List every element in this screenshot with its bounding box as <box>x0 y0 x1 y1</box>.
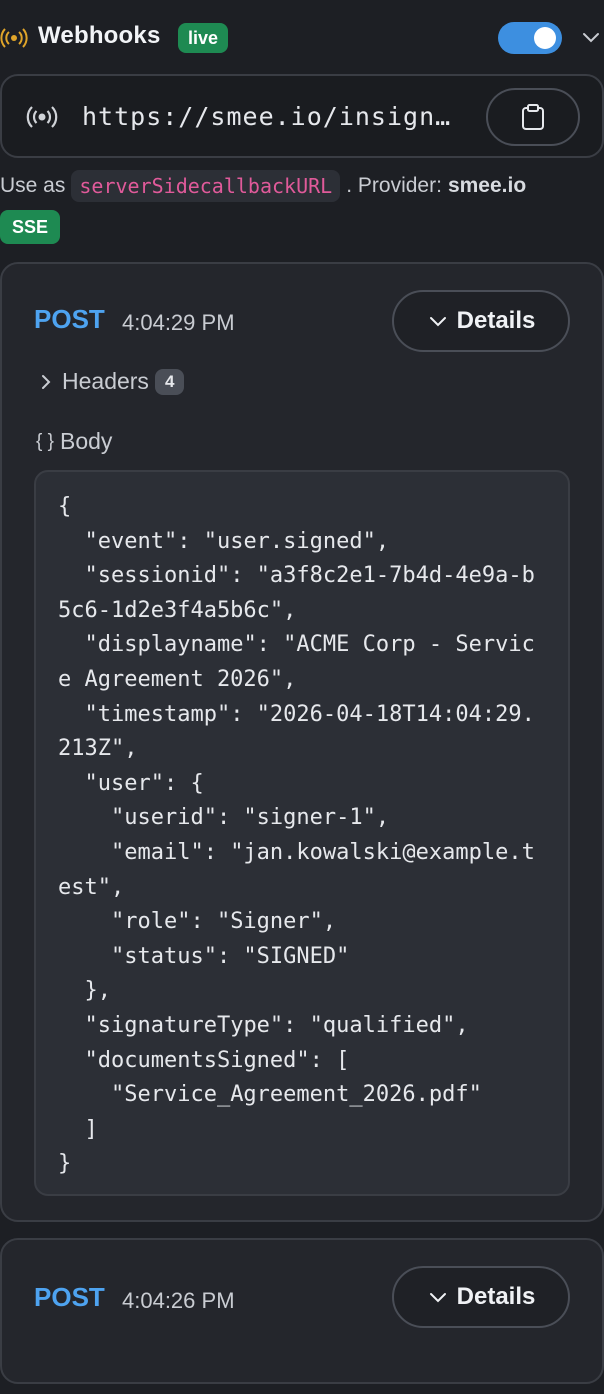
headers-toggle[interactable]: Headers 4 <box>36 368 185 395</box>
http-method: POST <box>34 304 105 334</box>
event-card: POST 4:04:26 PM Details <box>0 1238 604 1384</box>
status-badge: live <box>178 23 229 53</box>
chevron-down-icon <box>429 317 446 327</box>
clipboard-icon <box>522 104 544 130</box>
http-method: POST <box>34 1282 105 1312</box>
webhook-url[interactable]: https://smee.io/insign… <box>82 102 462 131</box>
transport-badge: SSE <box>0 210 61 244</box>
headers-label: Headers <box>62 368 149 394</box>
webhooks-toggle[interactable] <box>498 22 562 54</box>
callback-param-code: serverSidecallbackURL <box>71 170 341 202</box>
provider-label: . Provider: <box>346 174 442 197</box>
details-label: Details <box>456 307 536 334</box>
details-button[interactable]: Details <box>392 1266 570 1328</box>
braces-icon: { } <box>36 430 54 452</box>
details-button[interactable]: Details <box>392 290 570 352</box>
chevron-down-icon <box>429 1293 446 1303</box>
chevron-right-icon <box>42 374 51 389</box>
toggle-knob <box>534 27 556 49</box>
panel-header: Webhooks live <box>0 0 604 74</box>
webhooks-panel: Webhooks live https://smee.io/insign… Us… <box>0 0 604 1394</box>
page-title: Webhooks <box>38 22 161 49</box>
chevron-down-icon[interactable] <box>580 26 602 48</box>
headers-count-badge: 4 <box>154 368 185 395</box>
event-card: POST 4:04:29 PM Details Headers 4 { } Bo… <box>0 262 604 1222</box>
json-body-text: { "event": "user.signed", "sessionid": "… <box>58 494 535 1177</box>
radio-broadcast-icon <box>0 28 28 48</box>
copy-url-button[interactable] <box>486 88 580 146</box>
body-label: Body <box>59 428 113 454</box>
webhook-url-bar: https://smee.io/insign… <box>0 74 604 158</box>
usage-hint: Use as serverSidecallbackURL . Provider:… <box>0 168 604 204</box>
details-label: Details <box>456 1283 536 1310</box>
json-body: { "event": "user.signed", "sessionid": "… <box>34 470 570 1196</box>
provider-name: smee.io <box>447 174 527 197</box>
event-time: 4:04:29 PM <box>122 310 235 335</box>
event-time: 4:04:26 PM <box>122 1288 235 1313</box>
usage-prefix: Use as <box>0 174 66 197</box>
radio-broadcast-icon <box>26 106 58 128</box>
body-section-label: { } Body <box>36 428 112 455</box>
